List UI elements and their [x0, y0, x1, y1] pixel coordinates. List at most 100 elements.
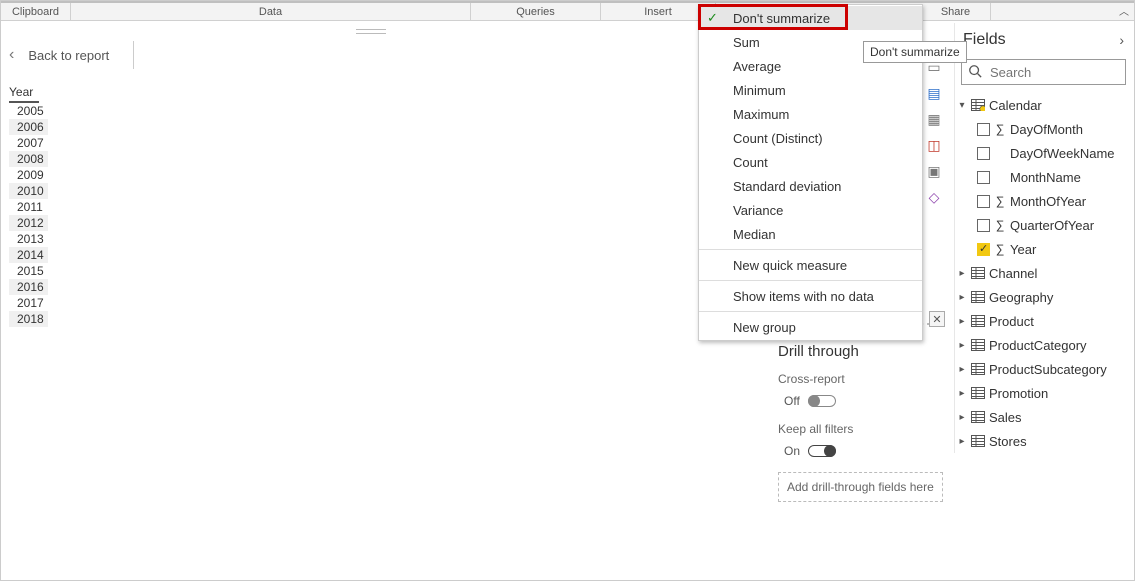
table-node-channel[interactable]: ▸Channel	[955, 261, 1132, 285]
viz-icon[interactable]: ▦	[926, 111, 942, 127]
cross-report-label: Cross-report	[778, 372, 943, 386]
table-label: Promotion	[989, 386, 1048, 401]
table-node-productsubcategory[interactable]: ▸ProductSubcategory	[955, 357, 1132, 381]
field-label: MonthName	[1010, 170, 1081, 185]
field-checkbox[interactable]	[977, 123, 990, 136]
field-checkbox[interactable]	[977, 219, 990, 232]
table-row[interactable]: 2014	[9, 247, 48, 263]
table-row[interactable]: 2011	[9, 199, 48, 215]
table-label: Channel	[989, 266, 1037, 281]
table-row[interactable]: 2008	[9, 151, 48, 167]
table-label: Sales	[989, 410, 1022, 425]
field-checkbox[interactable]	[977, 171, 990, 184]
menu-item-variance[interactable]: Variance	[699, 198, 922, 222]
field-node-dayofweekname[interactable]: DayOfWeekName	[955, 141, 1132, 165]
menu-item-median[interactable]: Median	[699, 222, 922, 246]
field-node-monthofyear[interactable]: ∑MonthOfYear	[955, 189, 1132, 213]
menu-item-new-quick-measure[interactable]: New quick measure	[699, 253, 922, 277]
menu-item-show-items-with-no-data[interactable]: Show items with no data	[699, 284, 922, 308]
ribbon-group-clipboard[interactable]: Clipboard	[1, 3, 71, 20]
viz-icon[interactable]: ◇	[926, 189, 942, 205]
table-node-stores[interactable]: ▸Stores	[955, 429, 1132, 453]
drill-through-title: Drill through	[778, 343, 943, 360]
viz-icon[interactable]: ▣	[926, 163, 942, 179]
menu-item-label: Median	[733, 227, 776, 242]
menu-item-maximum[interactable]: Maximum	[699, 102, 922, 126]
table-icon	[971, 363, 985, 375]
cross-report-toggle[interactable]: Off	[778, 394, 943, 408]
search-icon	[968, 64, 982, 81]
caret-right-icon: ▸	[957, 340, 967, 351]
ribbon-group-queries[interactable]: Queries	[471, 3, 601, 20]
table-row[interactable]: 2017	[9, 295, 48, 311]
table-row[interactable]: 2012	[9, 215, 48, 231]
field-checkbox[interactable]	[977, 243, 990, 256]
fields-panel: Fields › ▾Calendar∑DayOfMonthDayOfWeekNa…	[954, 23, 1132, 453]
table-node-sales[interactable]: ▸Sales	[955, 405, 1132, 429]
search-field[interactable]	[988, 64, 1135, 81]
keep-filters-label: Keep all filters	[778, 422, 943, 436]
back-to-report-link[interactable]: ‹ Back to report	[9, 41, 134, 69]
table-label: Calendar	[989, 98, 1042, 113]
menu-item-standard-deviation[interactable]: Standard deviation	[699, 174, 922, 198]
table-row[interactable]: 2005	[9, 103, 48, 119]
menu-item-label: Maximum	[733, 107, 789, 122]
table-node-calendar[interactable]: ▾Calendar	[955, 93, 1132, 117]
table-icon	[971, 435, 985, 447]
table-node-productcategory[interactable]: ▸ProductCategory	[955, 333, 1132, 357]
menu-separator	[699, 249, 922, 250]
viz-icon[interactable]: ▤	[926, 85, 942, 101]
menu-item-label: Standard deviation	[733, 179, 841, 194]
menu-item-label: Count (Distinct)	[733, 131, 823, 146]
drill-through-dropzone[interactable]: Add drill-through fields here	[778, 472, 943, 502]
table-row[interactable]: 2009	[9, 167, 48, 183]
toggle-state-label: On	[784, 444, 800, 458]
menu-item-label: Minimum	[733, 83, 786, 98]
field-label: QuarterOfYear	[1010, 218, 1094, 233]
table-row[interactable]: 2010	[9, 183, 48, 199]
field-checkbox[interactable]	[977, 195, 990, 208]
ribbon-group-share[interactable]: Share	[921, 3, 991, 20]
field-label: DayOfWeekName	[1010, 146, 1115, 161]
table-label: ProductSubcategory	[989, 362, 1107, 377]
table-icon	[971, 291, 985, 303]
sigma-icon: ∑	[994, 194, 1006, 208]
table-row[interactable]: 2015	[9, 263, 48, 279]
fields-search-input[interactable]	[961, 59, 1126, 85]
ribbon-collapse-chevron-icon[interactable]: ︿	[1119, 3, 1129, 18]
table-icon	[971, 411, 985, 423]
field-node-quarterofyear[interactable]: ∑QuarterOfYear	[955, 213, 1132, 237]
column-header-year[interactable]: Year	[9, 85, 39, 103]
remove-field-button[interactable]: ✕	[929, 311, 945, 327]
table-row[interactable]: 2006	[9, 119, 48, 135]
table-node-product[interactable]: ▸Product	[955, 309, 1132, 333]
menu-separator	[699, 311, 922, 312]
field-node-year[interactable]: ∑Year	[955, 237, 1132, 261]
field-node-monthname[interactable]: MonthName	[955, 165, 1132, 189]
drag-handle-icon[interactable]	[356, 29, 386, 34]
table-row[interactable]: 2013	[9, 231, 48, 247]
keep-filters-toggle[interactable]: On	[778, 444, 943, 458]
table-node-promotion[interactable]: ▸Promotion	[955, 381, 1132, 405]
menu-item-minimum[interactable]: Minimum	[699, 78, 922, 102]
table-icon	[971, 99, 985, 111]
viz-icon[interactable]: ◫	[926, 137, 942, 153]
table-node-geography[interactable]: ▸Geography	[955, 285, 1132, 309]
data-table[interactable]: Year 20052006200720082009201020112012201…	[9, 85, 48, 327]
collapse-panel-chevron-icon[interactable]: ›	[1119, 32, 1124, 48]
menu-item-count[interactable]: Count	[699, 150, 922, 174]
ribbon-group-data[interactable]: Data	[71, 3, 471, 20]
menu-item-label: Count	[733, 155, 768, 170]
field-checkbox[interactable]	[977, 147, 990, 160]
table-icon	[971, 387, 985, 399]
menu-item-label: Sum	[733, 35, 760, 50]
menu-item-count-distinct-[interactable]: Count (Distinct)	[699, 126, 922, 150]
menu-item-don-t-summarize[interactable]: ✓Don't summarize	[699, 6, 922, 30]
field-node-dayofmonth[interactable]: ∑DayOfMonth	[955, 117, 1132, 141]
caret-right-icon: ▸	[957, 436, 967, 447]
table-row[interactable]: 2016	[9, 279, 48, 295]
table-row[interactable]: 2018	[9, 311, 48, 327]
back-label: Back to report	[28, 48, 109, 63]
menu-item-new-group[interactable]: New group	[699, 315, 922, 339]
table-row[interactable]: 2007	[9, 135, 48, 151]
